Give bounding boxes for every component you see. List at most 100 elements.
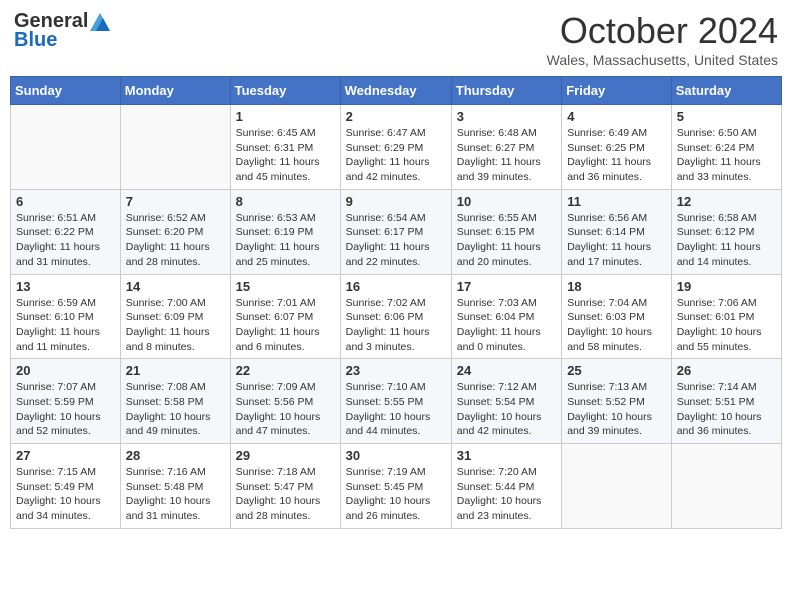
calendar-cell [562, 444, 672, 529]
day-info: Sunrise: 6:55 AM Sunset: 6:15 PM Dayligh… [457, 211, 556, 270]
day-info: Sunrise: 7:16 AM Sunset: 5:48 PM Dayligh… [126, 465, 225, 524]
calendar-week-2: 6 Sunrise: 6:51 AM Sunset: 6:22 PM Daylig… [11, 189, 782, 274]
day-number: 20 [16, 363, 115, 378]
calendar-cell: 15 Sunrise: 7:01 AM Sunset: 6:07 PM Dayli… [230, 274, 340, 359]
day-info: Sunrise: 7:02 AM Sunset: 6:06 PM Dayligh… [346, 296, 446, 355]
calendar-cell: 17Sunrise: 7:03 AM Sunset: 6:04 PM Dayli… [451, 274, 561, 359]
calendar-cell: 12 Sunrise: 6:58 AM Sunset: 6:12 PM Dayli… [671, 189, 781, 274]
calendar-cell: 20 Sunrise: 7:07 AM Sunset: 5:59 PM Dayli… [11, 359, 121, 444]
calendar-cell [671, 444, 781, 529]
month-title: October 2024 [547, 10, 778, 52]
day-info: Sunrise: 7:04 AM Sunset: 6:03 PM Dayligh… [567, 296, 666, 355]
day-info: Sunrise: 7:20 AM Sunset: 5:44 PM Dayligh… [457, 465, 556, 524]
day-info: Sunrise: 6:53 AM Sunset: 6:19 PM Dayligh… [236, 211, 335, 270]
day-number: 30 [346, 448, 446, 463]
day-number: 6 [16, 194, 115, 209]
day-number: 18 [567, 279, 666, 294]
day-number: 8 [236, 194, 335, 209]
weekday-header-monday: Monday [120, 77, 230, 105]
day-info: Sunrise: 7:15 AM Sunset: 5:49 PM Dayligh… [16, 465, 115, 524]
calendar-cell: 21 Sunrise: 7:08 AM Sunset: 5:58 PM Dayli… [120, 359, 230, 444]
day-info: Sunrise: 7:12 AM Sunset: 5:54 PM Dayligh… [457, 380, 556, 439]
calendar-cell: 6 Sunrise: 6:51 AM Sunset: 6:22 PM Daylig… [11, 189, 121, 274]
day-number: 27 [16, 448, 115, 463]
weekday-header-sunday: Sunday [11, 77, 121, 105]
day-info: Sunrise: 6:51 AM Sunset: 6:22 PM Dayligh… [16, 211, 115, 270]
day-info: Sunrise: 7:09 AM Sunset: 5:56 PM Dayligh… [236, 380, 335, 439]
day-info: Sunrise: 7:18 AM Sunset: 5:47 PM Dayligh… [236, 465, 335, 524]
calendar-cell: 10 Sunrise: 6:55 AM Sunset: 6:15 PM Dayli… [451, 189, 561, 274]
day-number: 19 [677, 279, 776, 294]
calendar-cell: 22 Sunrise: 7:09 AM Sunset: 5:56 PM Dayli… [230, 359, 340, 444]
calendar-week-5: 27 Sunrise: 7:15 AM Sunset: 5:49 PM Dayli… [11, 444, 782, 529]
day-number: 13 [16, 279, 115, 294]
calendar-cell: 2 Sunrise: 6:47 AM Sunset: 6:29 PM Daylig… [340, 105, 451, 190]
weekday-header-thursday: Thursday [451, 77, 561, 105]
day-number: 1 [236, 109, 335, 124]
day-number: 28 [126, 448, 225, 463]
day-info: Sunrise: 6:56 AM Sunset: 6:14 PM Dayligh… [567, 211, 666, 270]
calendar-cell: 24 Sunrise: 7:12 AM Sunset: 5:54 PM Dayli… [451, 359, 561, 444]
day-number: 31 [457, 448, 556, 463]
day-number: 24 [457, 363, 556, 378]
day-info: Sunrise: 6:49 AM Sunset: 6:25 PM Dayligh… [567, 126, 666, 185]
weekday-header-friday: Friday [562, 77, 672, 105]
logo-blue: Blue [14, 29, 57, 52]
calendar-cell: 4 Sunrise: 6:49 AM Sunset: 6:25 PM Daylig… [562, 105, 672, 190]
calendar-week-1: 1 Sunrise: 6:45 AM Sunset: 6:31 PM Daylig… [11, 105, 782, 190]
calendar-cell: 16 Sunrise: 7:02 AM Sunset: 6:06 PM Dayli… [340, 274, 451, 359]
calendar-cell [11, 105, 121, 190]
calendar-cell: 1 Sunrise: 6:45 AM Sunset: 6:31 PM Daylig… [230, 105, 340, 190]
calendar-week-3: 13Sunrise: 6:59 AM Sunset: 6:10 PM Dayli… [11, 274, 782, 359]
calendar-cell: 13Sunrise: 6:59 AM Sunset: 6:10 PM Dayli… [11, 274, 121, 359]
day-info: Sunrise: 6:48 AM Sunset: 6:27 PM Dayligh… [457, 126, 556, 185]
day-info: Sunrise: 7:01 AM Sunset: 6:07 PM Dayligh… [236, 296, 335, 355]
day-number: 22 [236, 363, 335, 378]
calendar-cell: 9Sunrise: 6:54 AM Sunset: 6:17 PM Daylig… [340, 189, 451, 274]
day-info: Sunrise: 7:19 AM Sunset: 5:45 PM Dayligh… [346, 465, 446, 524]
location-subtitle: Wales, Massachusetts, United States [547, 52, 778, 68]
day-number: 3 [457, 109, 556, 124]
calendar-cell: 23Sunrise: 7:10 AM Sunset: 5:55 PM Dayli… [340, 359, 451, 444]
weekday-header-saturday: Saturday [671, 77, 781, 105]
title-block: October 2024 Wales, Massachusetts, Unite… [547, 10, 778, 68]
calendar-cell: 26Sunrise: 7:14 AM Sunset: 5:51 PM Dayli… [671, 359, 781, 444]
day-number: 29 [236, 448, 335, 463]
day-number: 7 [126, 194, 225, 209]
day-number: 9 [346, 194, 446, 209]
calendar-cell: 11Sunrise: 6:56 AM Sunset: 6:14 PM Dayli… [562, 189, 672, 274]
day-number: 15 [236, 279, 335, 294]
day-info: Sunrise: 6:58 AM Sunset: 6:12 PM Dayligh… [677, 211, 776, 270]
day-number: 12 [677, 194, 776, 209]
day-info: Sunrise: 7:08 AM Sunset: 5:58 PM Dayligh… [126, 380, 225, 439]
calendar-table: SundayMondayTuesdayWednesdayThursdayFrid… [10, 76, 782, 529]
weekday-header-wednesday: Wednesday [340, 77, 451, 105]
day-info: Sunrise: 6:47 AM Sunset: 6:29 PM Dayligh… [346, 126, 446, 185]
day-number: 5 [677, 109, 776, 124]
day-info: Sunrise: 6:45 AM Sunset: 6:31 PM Dayligh… [236, 126, 335, 185]
calendar-cell: 30 Sunrise: 7:19 AM Sunset: 5:45 PM Dayli… [340, 444, 451, 529]
calendar-cell: 8 Sunrise: 6:53 AM Sunset: 6:19 PM Daylig… [230, 189, 340, 274]
calendar-cell: 27 Sunrise: 7:15 AM Sunset: 5:49 PM Dayli… [11, 444, 121, 529]
day-number: 10 [457, 194, 556, 209]
logo: General Blue [14, 10, 110, 52]
calendar-cell: 29 Sunrise: 7:18 AM Sunset: 5:47 PM Dayli… [230, 444, 340, 529]
page-header: General Blue October 2024 Wales, Massach… [10, 10, 782, 68]
day-info: Sunrise: 7:03 AM Sunset: 6:04 PM Dayligh… [457, 296, 556, 355]
logo-icon [90, 13, 110, 31]
calendar-cell: 28 Sunrise: 7:16 AM Sunset: 5:48 PM Dayli… [120, 444, 230, 529]
day-info: Sunrise: 7:13 AM Sunset: 5:52 PM Dayligh… [567, 380, 666, 439]
day-number: 4 [567, 109, 666, 124]
day-number: 21 [126, 363, 225, 378]
day-number: 2 [346, 109, 446, 124]
weekday-header-tuesday: Tuesday [230, 77, 340, 105]
calendar-cell: 3 Sunrise: 6:48 AM Sunset: 6:27 PM Daylig… [451, 105, 561, 190]
day-number: 16 [346, 279, 446, 294]
day-number: 14 [126, 279, 225, 294]
calendar-cell: 5 Sunrise: 6:50 AM Sunset: 6:24 PM Daylig… [671, 105, 781, 190]
day-number: 26 [677, 363, 776, 378]
day-info: Sunrise: 7:07 AM Sunset: 5:59 PM Dayligh… [16, 380, 115, 439]
day-info: Sunrise: 6:50 AM Sunset: 6:24 PM Dayligh… [677, 126, 776, 185]
calendar-cell: 14Sunrise: 7:00 AM Sunset: 6:09 PM Dayli… [120, 274, 230, 359]
calendar-cell: 31 Sunrise: 7:20 AM Sunset: 5:44 PM Dayli… [451, 444, 561, 529]
